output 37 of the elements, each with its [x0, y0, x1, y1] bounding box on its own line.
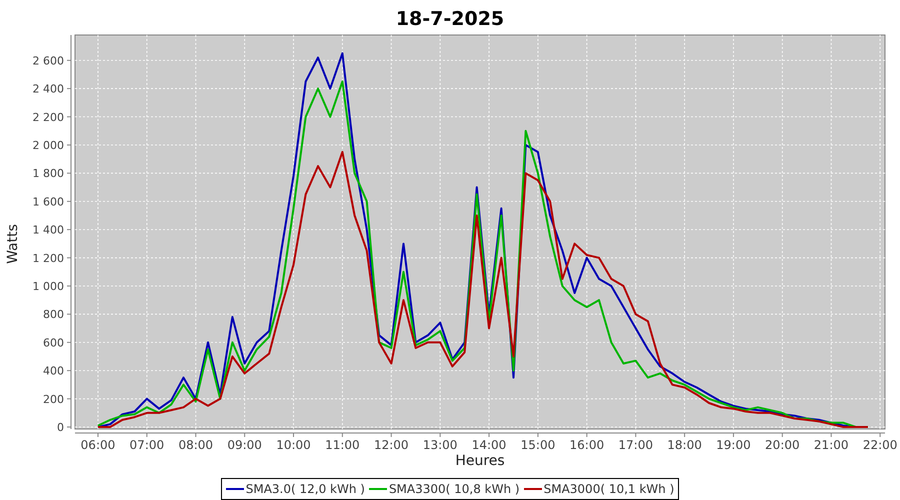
tick-label: 400 — [43, 364, 64, 378]
tick-label: 1 200 — [32, 252, 64, 265]
tick-label: 600 — [43, 336, 64, 350]
tick-label: 12:00 — [374, 438, 409, 452]
tick-label: 200 — [43, 392, 64, 406]
tick-label: 2 000 — [32, 138, 64, 152]
tick-label: 17:00 — [618, 438, 653, 452]
tick-label: 13:00 — [422, 438, 458, 452]
tick-label: 1 000 — [32, 280, 64, 293]
tick-label: 11:00 — [325, 438, 360, 452]
tick-label: 1 400 — [32, 224, 64, 237]
tick-label: 18:00 — [667, 438, 702, 452]
legend-label: SMA3000( 10,1 kWh ) — [544, 481, 674, 498]
tick-label: 06:00 — [80, 438, 116, 452]
tick-label: 2 400 — [32, 82, 64, 96]
legend-label: SMA3300( 10,8 kWh ) — [388, 481, 520, 498]
axis-label: Watts — [5, 224, 21, 264]
tick-label: 22:00 — [862, 438, 898, 452]
tick-label: 21:00 — [814, 438, 849, 452]
tick-label: 10:00 — [276, 438, 311, 452]
tick-label: 15:00 — [520, 438, 556, 452]
tick-label: 800 — [43, 308, 64, 322]
tick-label: 1 800 — [32, 167, 64, 180]
tick-label: 0 — [57, 421, 64, 434]
tick-label: 1 600 — [32, 195, 64, 208]
axis-label: Heures — [455, 453, 505, 469]
tick-label: 08:00 — [178, 438, 214, 452]
tick-label: 07:00 — [130, 438, 164, 452]
tick-label: 20:00 — [765, 438, 800, 452]
tick-label: 19:00 — [716, 438, 751, 452]
tick-label: 2 600 — [32, 54, 64, 68]
tick-label: 16:00 — [570, 438, 604, 452]
tick-label: 2 200 — [32, 110, 64, 124]
chart-title: 18-7-2025 — [396, 6, 504, 32]
tick-label: 09:00 — [227, 438, 262, 452]
legend-label: SMA3.0( 12,0 kWh ) — [246, 481, 365, 498]
tick-label: 14:00 — [472, 438, 506, 452]
